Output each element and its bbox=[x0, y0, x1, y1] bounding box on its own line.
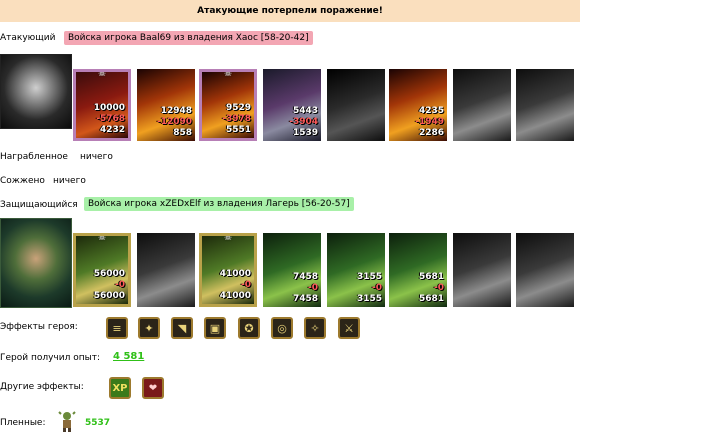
unit-stats: 3155 -0 3155 bbox=[357, 272, 382, 305]
unit-green-ranger[interactable]: 3155 -0 3155 bbox=[327, 233, 385, 307]
unit-count: 5443 bbox=[292, 106, 318, 116]
unit-gray-beast[interactable] bbox=[327, 69, 385, 141]
unit-stats: 56000 -0 56000 bbox=[94, 269, 125, 302]
unit-losses: -0 bbox=[115, 280, 125, 290]
unit-fire-demon[interactable]: ☠ 9529 -3978 5551 bbox=[199, 69, 257, 141]
unit-remaining: 1539 bbox=[292, 128, 318, 138]
unit-count: 3155 bbox=[356, 272, 382, 282]
unit-remaining: 41000 bbox=[219, 291, 251, 301]
unit-remaining: 4232 bbox=[99, 125, 125, 135]
unit-count: 56000 bbox=[93, 269, 125, 279]
attacker-army-title: Войска игрока Baal69 из владения Хаос [5… bbox=[64, 31, 313, 45]
unit-losses: -1949 bbox=[415, 117, 444, 127]
prisoners-label: Пленные: bbox=[0, 418, 46, 428]
unit-fire-imp[interactable]: 12948 -12090 858 bbox=[137, 69, 195, 141]
unit-count: 41000 bbox=[219, 269, 251, 279]
horn-icon[interactable]: ◥ bbox=[171, 317, 193, 339]
unit-fire-lord[interactable]: 4235 -1949 2286 bbox=[389, 69, 447, 141]
unit-green-druid[interactable]: 5681 -0 5681 bbox=[389, 233, 447, 307]
experience-value[interactable]: 4 581 bbox=[113, 351, 144, 362]
unit-losses: -3904 bbox=[289, 117, 318, 127]
skull-icon: ☠ bbox=[97, 69, 107, 79]
unit-elf-archer[interactable]: ☠ 56000 -0 56000 bbox=[73, 233, 131, 307]
skull-icon: ☠ bbox=[223, 69, 233, 79]
unit-stats: 9529 -3978 5551 bbox=[222, 103, 251, 136]
unit-losses: -12090 bbox=[156, 117, 192, 127]
unit-count: 9529 bbox=[225, 103, 251, 113]
attacker-hero-portrait[interactable] bbox=[0, 54, 72, 129]
other-effects-label: Другие эффекты: bbox=[0, 382, 84, 392]
unit-stats: 5681 -0 5681 bbox=[419, 272, 444, 305]
attacker-label: Атакующий bbox=[0, 33, 56, 43]
unit-elf-paladin[interactable]: ☠ 41000 -0 41000 bbox=[199, 233, 257, 307]
wand-icon[interactable]: ✦ bbox=[138, 317, 160, 339]
unit-gray-sorcerer[interactable] bbox=[516, 233, 574, 307]
scroll-icon[interactable]: ≡ bbox=[106, 317, 128, 339]
unit-stats: 7458 -0 7458 bbox=[293, 272, 318, 305]
ring-icon[interactable]: ◎ bbox=[271, 317, 293, 339]
unit-count: 4235 bbox=[418, 106, 444, 116]
prisoner-goblin-icon bbox=[58, 410, 76, 432]
unit-remaining: 5551 bbox=[225, 125, 251, 135]
burned-value: ничего bbox=[53, 176, 86, 186]
unit-stats: 4235 -1949 2286 bbox=[415, 106, 444, 139]
unit-stats: 5443 -3904 1539 bbox=[289, 106, 318, 139]
burned-label: Сожжено bbox=[0, 176, 45, 186]
unit-remaining: 5681 bbox=[418, 294, 444, 304]
unit-gray-knight[interactable] bbox=[137, 233, 195, 307]
skull-icon: ☠ bbox=[223, 233, 233, 243]
unit-remaining: 56000 bbox=[93, 291, 125, 301]
defender-army-title: Войска игрока xZEDxElf из владения Лагер… bbox=[84, 197, 354, 211]
unit-count: 10000 bbox=[93, 103, 125, 113]
loot-value: ничего bbox=[80, 152, 113, 162]
prisoners-count: 5537 bbox=[85, 418, 111, 428]
unit-stats: 10000 -5768 4232 bbox=[94, 103, 125, 136]
unit-count: 12948 bbox=[160, 106, 192, 116]
unit-count: 5681 bbox=[418, 272, 444, 282]
loot-label: Награбленное bbox=[0, 152, 68, 162]
heart-effect-icon[interactable]: ❤ bbox=[142, 377, 164, 399]
unit-green-griffin[interactable]: 7458 -0 7458 bbox=[263, 233, 321, 307]
unit-remaining: 3155 bbox=[356, 294, 382, 304]
unit-losses: -0 bbox=[372, 283, 382, 293]
unit-losses: -3978 bbox=[222, 114, 251, 124]
experience-label: Герой получил опыт: bbox=[0, 353, 100, 363]
unit-remaining: 7458 bbox=[292, 294, 318, 304]
unit-gray-warrior[interactable] bbox=[453, 69, 511, 141]
sword-icon[interactable]: ⚔ bbox=[338, 317, 360, 339]
battle-result-banner: Атакующие потерпели поражение! bbox=[0, 0, 580, 22]
hero-effects-label: Эффекты героя: bbox=[0, 322, 78, 332]
unit-purple-dragon[interactable]: 5443 -3904 1539 bbox=[263, 69, 321, 141]
unit-remaining: 2286 bbox=[418, 128, 444, 138]
xp-bonus-icon[interactable]: XP bbox=[109, 377, 131, 399]
unit-gray-ghost[interactable] bbox=[516, 69, 574, 141]
staff-icon[interactable]: ✧ bbox=[304, 317, 326, 339]
unit-losses: -0 bbox=[434, 283, 444, 293]
defender-hero-portrait[interactable] bbox=[0, 218, 72, 308]
skull-icon: ☠ bbox=[97, 233, 107, 243]
defender-label: Защищающийся bbox=[0, 200, 78, 210]
unit-remaining: 858 bbox=[173, 128, 192, 138]
chest-icon[interactable]: ▣ bbox=[204, 317, 226, 339]
unit-red-demon[interactable]: ☠ 10000 -5768 4232 bbox=[73, 69, 131, 141]
unit-gray-monk[interactable] bbox=[453, 233, 511, 307]
unit-losses: -5768 bbox=[96, 114, 125, 124]
unit-count: 7458 bbox=[292, 272, 318, 282]
unit-losses: -0 bbox=[308, 283, 318, 293]
unit-stats: 12948 -12090 858 bbox=[157, 106, 192, 139]
unit-stats: 41000 -0 41000 bbox=[220, 269, 251, 302]
unit-losses: -0 bbox=[241, 280, 251, 290]
pentagram-icon[interactable]: ✪ bbox=[238, 317, 260, 339]
